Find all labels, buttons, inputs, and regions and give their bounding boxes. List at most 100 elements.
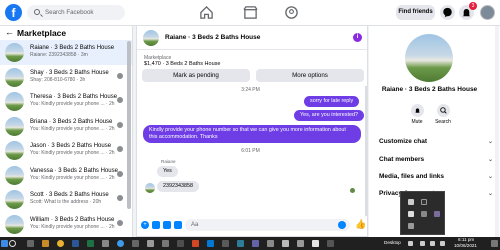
search-icon[interactable] xyxy=(9,240,16,247)
home-icon[interactable] xyxy=(199,5,214,20)
conversation-avatar-dot xyxy=(117,170,123,177)
tray-app-icon[interactable] xyxy=(421,199,427,205)
edge-icon[interactable] xyxy=(117,240,124,247)
emoji-icon[interactable] xyxy=(338,221,346,229)
clock-time[interactable]: 6:11 pm xyxy=(458,237,474,242)
conversation-item[interactable]: Briana · 3 Beds 2 Baths House You: Kindly… xyxy=(0,114,132,139)
desktop-label[interactable]: Desktop xyxy=(384,240,401,245)
mark-as-pending-button[interactable]: Mark as pending xyxy=(142,69,250,82)
chat-members-row[interactable]: Chat members ⌄ xyxy=(379,156,493,163)
tray-app-icon[interactable] xyxy=(408,211,414,217)
chrome-icon[interactable] xyxy=(57,240,64,247)
scrollbar[interactable] xyxy=(127,41,131,209)
excel-icon[interactable] xyxy=(87,240,94,247)
gif-icon[interactable] xyxy=(174,221,182,229)
search-input[interactable]: Search Facebook xyxy=(27,5,125,20)
app-icon[interactable] xyxy=(132,240,139,247)
conversation-preview: Shay: 208-810-6780 · 3h xyxy=(30,76,86,83)
find-friends-button[interactable]: Find friends xyxy=(396,5,435,20)
scrollbar[interactable] xyxy=(365,86,367,216)
volume-icon[interactable] xyxy=(430,241,435,246)
system-tray-overflow xyxy=(400,191,445,235)
groups-icon[interactable] xyxy=(284,5,299,20)
tray-app-icon[interactable] xyxy=(434,211,440,217)
app-icon[interactable] xyxy=(207,240,214,247)
facebook-logo[interactable]: f xyxy=(5,4,22,21)
taskbar: Desktop 6:11 pm 10/06/2021 xyxy=(0,237,500,250)
search-in-conversation-button[interactable]: Search xyxy=(431,104,455,125)
outgoing-message: sorry for late reply xyxy=(304,96,360,107)
listing-thumbnail xyxy=(5,43,24,62)
word-icon[interactable] xyxy=(72,240,79,247)
plus-icon[interactable]: + xyxy=(141,221,149,229)
listing-thumbnail xyxy=(5,190,24,209)
conversation-item[interactable]: William · 3 Beds 2 Baths House You: Kindl… xyxy=(0,212,132,237)
app-icon[interactable] xyxy=(237,240,244,247)
account-avatar[interactable] xyxy=(480,5,495,20)
messenger-icon xyxy=(443,7,452,18)
powerpoint-icon[interactable] xyxy=(192,240,199,247)
battery-icon[interactable] xyxy=(440,241,445,246)
marketplace-icon[interactable] xyxy=(243,5,258,20)
app-icon[interactable] xyxy=(147,240,154,247)
sender-name: Raiane xyxy=(161,159,176,164)
conversation-avatar-dot xyxy=(117,97,123,103)
listing-thumbnail xyxy=(5,67,24,87)
customize-chat-row[interactable]: Customize chat ⌄ xyxy=(379,138,493,145)
conversation-item[interactable]: Raiane · 3 Beds 2 Baths House Raiane: 239… xyxy=(0,40,132,65)
app-icon[interactable] xyxy=(282,240,289,247)
sticker-icon[interactable] xyxy=(163,221,171,229)
app-icon[interactable] xyxy=(312,240,319,247)
profile-name[interactable]: Raiane · 3 Beds 2 Baths House xyxy=(369,86,490,93)
row-label: Chat members xyxy=(379,156,425,163)
photo-icon[interactable] xyxy=(152,221,160,229)
notification-center-icon[interactable] xyxy=(491,240,498,247)
scrollbar[interactable] xyxy=(495,26,499,237)
page-title: Marketplace xyxy=(17,28,67,38)
app-icon[interactable] xyxy=(162,240,169,247)
app-icon[interactable] xyxy=(222,240,229,247)
mute-button[interactable]: Mute xyxy=(405,104,429,125)
row-label: Media, files and links xyxy=(379,173,445,180)
conversation-item[interactable]: Scott · 3 Beds 2 Baths House Scott: What … xyxy=(0,187,132,212)
conversation-preview: You: Kindly provide your phone ... · 2h xyxy=(30,223,115,230)
listing-price[interactable]: $1,470 · 3 Beds 2 Baths House xyxy=(144,61,220,67)
network-icon[interactable] xyxy=(420,241,425,246)
tray-app-icon[interactable] xyxy=(408,223,414,229)
bell-icon xyxy=(410,104,424,117)
conversation-item[interactable]: Vanessa · 3 Beds 2 Baths House You: Kindl… xyxy=(0,163,132,188)
app-icon[interactable] xyxy=(177,240,184,247)
app-icon[interactable] xyxy=(267,240,274,247)
file-explorer-icon[interactable] xyxy=(42,240,49,247)
conversation-item[interactable]: Jason · 3 Beds 2 Baths House You: Kindly … xyxy=(0,138,132,163)
chat-avatar[interactable] xyxy=(143,30,159,46)
more-options-button[interactable]: More options xyxy=(256,69,364,82)
tray-app-icon[interactable] xyxy=(421,211,427,217)
app-icon[interactable] xyxy=(327,240,334,247)
search-icon xyxy=(436,104,450,117)
conversation-avatar-dot xyxy=(117,121,123,128)
clock-date[interactable]: 10/06/2021 xyxy=(454,243,477,248)
tray-app-icon[interactable] xyxy=(408,199,414,205)
back-arrow-icon[interactable]: ← xyxy=(5,27,14,37)
app-icon[interactable] xyxy=(102,240,109,247)
conversation-preview: You: Kindly provide your phone ... · 2h xyxy=(30,101,115,107)
profile-avatar[interactable] xyxy=(405,34,453,82)
conversation-preview: Scott: What is the address · 20h xyxy=(30,199,102,205)
chat-title[interactable]: Raiane · 3 Beds 2 Baths House xyxy=(165,34,260,41)
chevron-up-icon[interactable] xyxy=(408,241,413,246)
message-input[interactable]: Aa xyxy=(185,219,350,231)
media-files-links-row[interactable]: Media, files and links ⌄ xyxy=(379,173,493,180)
conversation-list: Raiane · 3 Beds 2 Baths House Raiane: 239… xyxy=(0,40,132,236)
notifications-button[interactable]: 3 xyxy=(459,2,477,20)
listing-thumbnail xyxy=(5,141,24,160)
app-icon[interactable] xyxy=(297,240,304,247)
task-view-icon[interactable] xyxy=(27,240,34,247)
info-icon[interactable]: i xyxy=(353,33,362,42)
conversation-item[interactable]: Theresa · 3 Beds 2 Baths House You: Kindl… xyxy=(0,89,132,114)
windows-start-icon[interactable] xyxy=(1,240,8,247)
conversation-item[interactable]: Shay · 3 Beds 2 Baths House Shay: 208-810… xyxy=(0,65,132,90)
messenger-button[interactable] xyxy=(440,5,455,20)
teams-icon[interactable] xyxy=(252,240,259,247)
like-icon[interactable]: 👍 xyxy=(355,219,366,230)
